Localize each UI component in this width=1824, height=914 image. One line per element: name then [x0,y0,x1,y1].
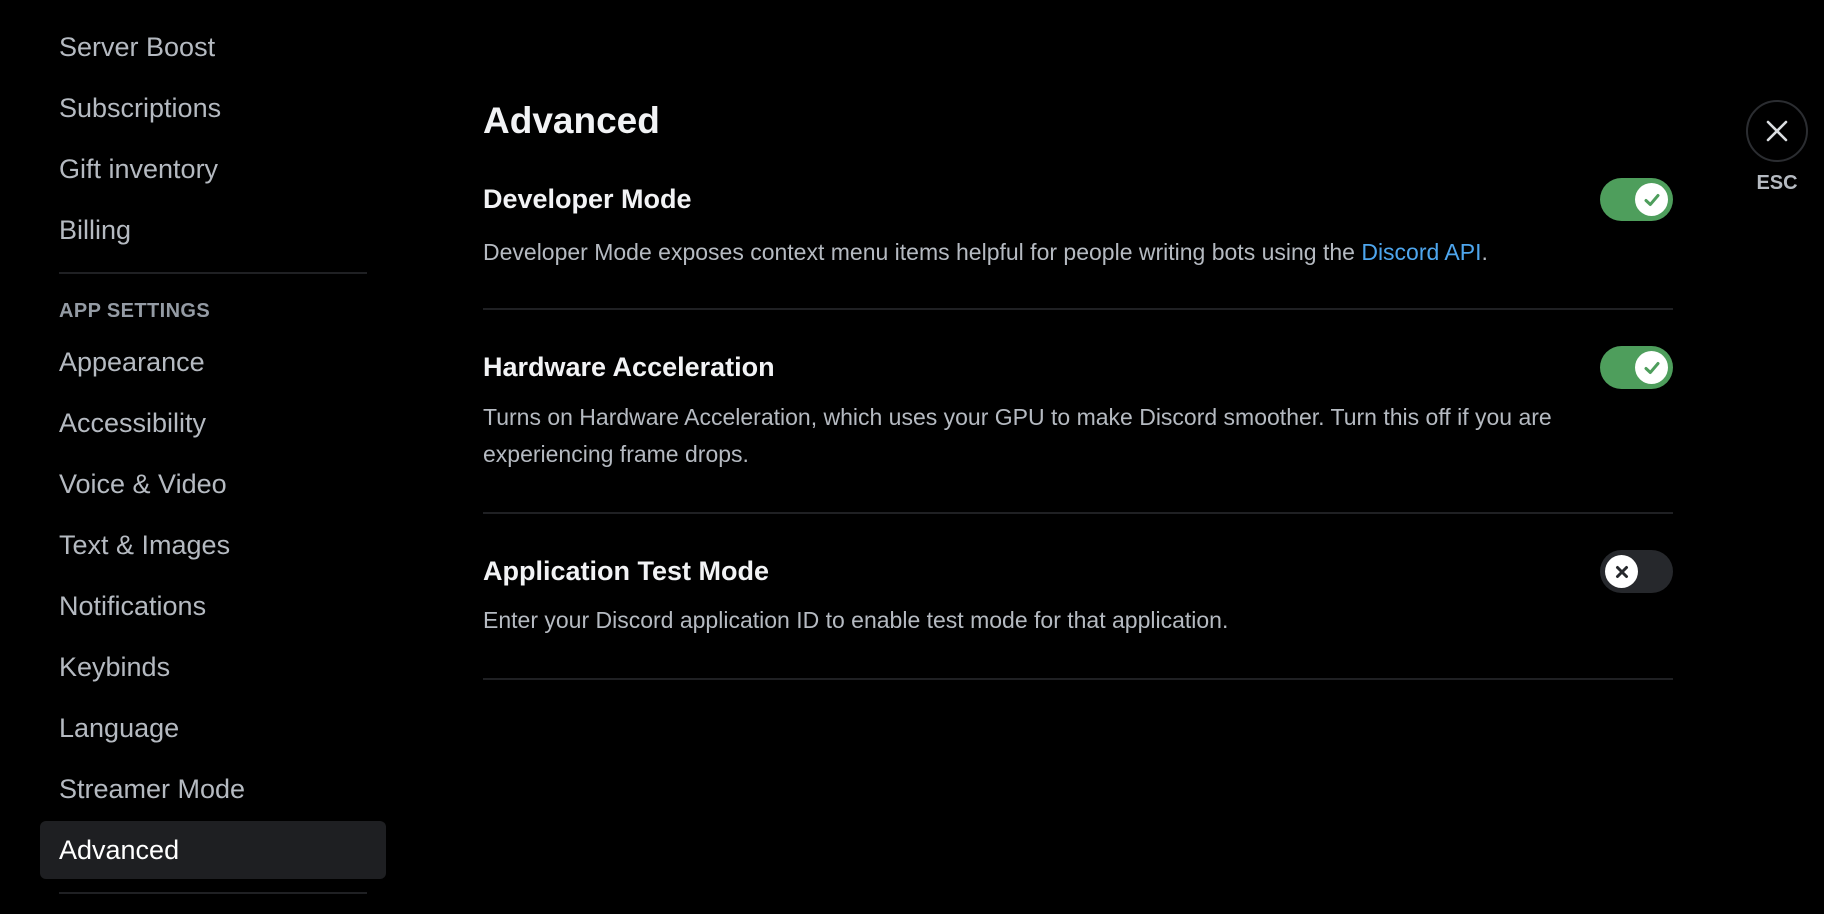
setting-application-test-mode: Application Test Mode Enter your Discord… [483,550,1673,676]
setting-title: Hardware Acceleration [483,352,775,382]
toggle-knob [1635,351,1668,384]
sidebar-item-language[interactable]: Language [40,699,386,757]
setting-title: Developer Mode [483,184,692,214]
sidebar-item-appearance[interactable]: Appearance [40,333,386,391]
application-test-mode-toggle[interactable] [1600,550,1673,593]
sidebar-item-billing[interactable]: Billing [40,201,386,259]
sidebar-item-gift-inventory[interactable]: Gift inventory [40,140,386,198]
setting-title: Application Test Mode [483,556,770,586]
setting-developer-mode: Developer Mode Developer Mode exposes co… [483,178,1673,309]
sidebar-item-voice-video[interactable]: Voice & Video [40,455,386,513]
developer-mode-toggle[interactable] [1600,178,1673,221]
setting-description: Developer Mode exposes context menu item… [483,234,1603,271]
setting-divider [483,678,1673,680]
settings-window: Server Boost Subscriptions Gift inventor… [0,0,1824,914]
sidebar-divider [59,892,367,894]
x-icon [1615,565,1628,578]
sidebar-item-streamer-mode[interactable]: Streamer Mode [40,760,386,818]
sidebar-item-subscriptions[interactable]: Subscriptions [40,79,386,137]
sidebar-item-accessibility[interactable]: Accessibility [40,394,386,452]
setting-hardware-acceleration: Hardware Acceleration Turns on Hardware … [483,346,1673,512]
sidebar-item-server-boost[interactable]: Server Boost [40,18,386,76]
sidebar-item-notifications[interactable]: Notifications [40,577,386,635]
close-icon [1766,120,1788,142]
page-title: Advanced [483,100,660,141]
description-suffix: . [1481,239,1488,265]
setting-description: Turns on Hardware Acceleration, which us… [483,404,1552,467]
esc-label: ESC [1756,172,1798,194]
check-icon [1644,193,1659,206]
toggle-knob [1605,555,1638,588]
discord-api-link[interactable]: Discord API [1361,239,1481,265]
sidebar-section-header: APP SETTINGS [59,299,211,322]
setting-divider [483,308,1673,310]
sidebar-item-keybinds[interactable]: Keybinds [40,638,386,696]
sidebar-divider [59,272,367,274]
settings-sidebar: Server Boost Subscriptions Gift inventor… [0,0,400,914]
hardware-acceleration-toggle[interactable] [1600,346,1673,389]
close-button[interactable] [1746,100,1808,162]
description-text: Developer Mode exposes context menu item… [483,239,1362,265]
sidebar-item-text-images[interactable]: Text & Images [40,516,386,574]
sidebar-item-advanced[interactable]: Advanced [40,821,386,879]
close-settings: ESC [1744,100,1810,195]
setting-description: Enter your Discord application ID to ena… [483,607,1229,633]
sidebar-list: Server Boost Subscriptions Gift inventor… [40,18,386,909]
settings-content: Advanced Developer Mode Developer Mode e… [483,0,1673,914]
check-icon [1644,361,1659,374]
setting-divider [483,512,1673,514]
toggle-knob [1635,183,1668,216]
